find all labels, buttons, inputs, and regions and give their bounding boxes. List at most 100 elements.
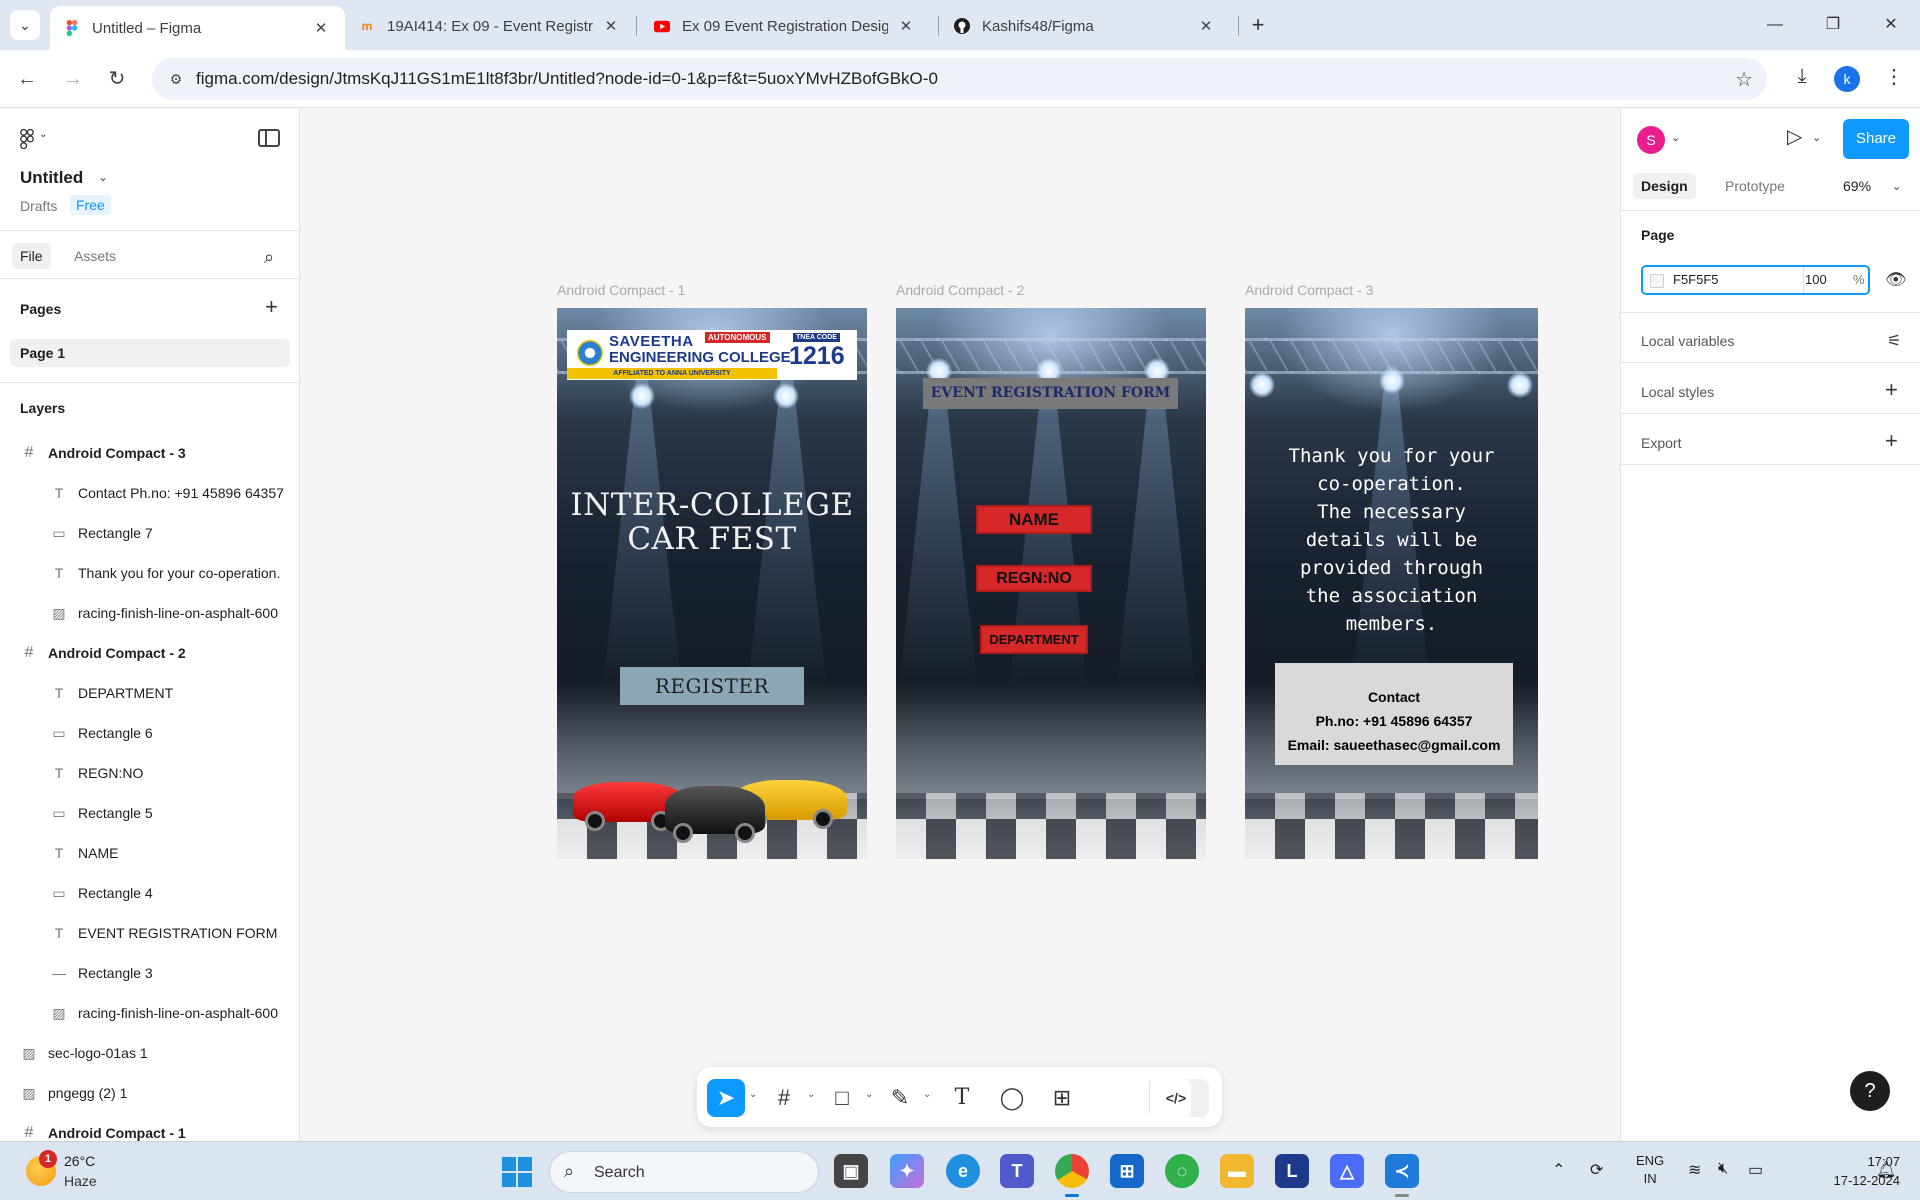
artboard-android-compact-2[interactable]: EVENT REGISTRATION FORM NAME REGN:NO DEP… [896,308,1206,859]
notification-bell-icon[interactable]: 🔔︎ [1876,1160,1896,1180]
move-tool-icon[interactable]: ➤ [707,1079,745,1117]
tab-prototype[interactable]: Prototype [1717,173,1793,199]
tab-figma[interactable]: Untitled – Figma ✕ [50,6,345,50]
forward-button[interactable]: → [58,64,88,94]
tab-assets[interactable]: Assets [66,243,124,269]
page-item-page-1[interactable]: Page 1 [10,339,290,367]
reload-button[interactable]: ↻ [102,64,132,94]
layer-text[interactable]: T EVENT REGISTRATION FORM [0,913,299,953]
omnibox[interactable]: ⚙ figma.com/design/JtmsKqJ11GS1mE1lt8f3b… [152,58,1767,100]
layer-line[interactable]: — Rectangle 3 [0,953,299,993]
copilot-icon[interactable]: ✦ [890,1154,924,1188]
app-circle-icon[interactable]: ◌ [1165,1154,1199,1188]
file-explorer-icon[interactable]: ▬ [1220,1154,1254,1188]
more-menu-icon[interactable]: ⋮ [1880,64,1908,89]
language-indicator[interactable]: ENG IN [1636,1152,1664,1188]
layer-image[interactable]: ▨ racing-finish-line-on-asphalt-600 [0,593,299,633]
tab-youtube[interactable]: Ex 09 Event Registration Design ✕ [640,6,930,46]
variables-settings-icon[interactable]: ⚟ [1887,331,1901,351]
local-variables-label[interactable]: Local variables [1641,333,1734,349]
layer-rectangle[interactable]: ▭ Rectangle 7 [0,513,299,553]
tab-design[interactable]: Design [1633,173,1696,199]
chevron-down-icon[interactable]: ⌄ [1671,131,1680,144]
artboard-android-compact-1[interactable]: SAVEETHA AUTONOMOUS ENGINEERING COLLEGE … [557,308,867,859]
zoom-level[interactable]: 69% [1843,178,1871,194]
vscode-icon[interactable]: ≺ [1385,1154,1419,1188]
layer-text[interactable]: T NAME [0,833,299,873]
add-page-icon[interactable]: + [265,294,278,320]
layer-frame[interactable]: # Android Compact - 3 [0,433,299,473]
battery-icon[interactable]: ▭ [1748,1160,1763,1180]
volume-muted-icon[interactable]: 🔇︎ [1718,1160,1728,1178]
profile-avatar[interactable]: k [1834,66,1860,92]
tab-file[interactable]: File [12,243,51,269]
download-icon[interactable]: ⤓ [1788,65,1816,88]
teams-icon[interactable]: T [1000,1154,1034,1188]
windows-start-icon[interactable] [502,1157,532,1187]
task-view-icon[interactable]: ▣ [834,1154,868,1188]
store-icon[interactable]: ⊞ [1110,1154,1144,1188]
search-icon[interactable]: ⌕ [264,247,274,268]
comment-tool-icon[interactable]: ◯ [993,1079,1031,1117]
present-play-icon[interactable]: ▷ [1787,124,1802,149]
frame-label[interactable]: Android Compact - 3 [1245,282,1373,298]
hex-value[interactable]: F5F5F5 [1673,272,1719,287]
chevron-down-icon[interactable]: ⌄ [98,170,108,184]
layer-rectangle[interactable]: ▭ Rectangle 4 [0,873,299,913]
chevron-down-icon[interactable]: ⌄ [807,1089,815,1100]
rectangle-tool-icon[interactable]: □ [823,1079,861,1117]
edge-icon[interactable]: e [946,1154,980,1188]
file-title[interactable]: Untitled [20,168,83,188]
close-icon[interactable]: ✕ [1196,17,1216,35]
app-triangle-icon[interactable]: △ [1330,1154,1364,1188]
toggle-sidebar-icon[interactable] [258,129,280,147]
help-button[interactable]: ? [1850,1071,1890,1111]
color-swatch[interactable] [1650,274,1664,288]
new-tab-button[interactable]: + [1245,12,1271,38]
layer-frame[interactable]: # Android Compact - 1 [0,1113,299,1141]
opacity-value[interactable]: 100 [1805,272,1827,287]
chevron-down-icon[interactable]: ⌄ [865,1089,873,1100]
user-avatar[interactable]: S [1637,126,1665,154]
layer-frame[interactable]: # Android Compact - 2 [0,633,299,673]
layer-image[interactable]: ▨ racing-finish-line-on-asphalt-600 [0,993,299,1033]
frame-label[interactable]: Android Compact - 1 [557,282,685,298]
department-field[interactable]: DEPARTMENT [980,625,1088,654]
temperature[interactable]: 26°C [64,1153,95,1169]
drafts-link[interactable]: Drafts [20,198,57,214]
background-color-input[interactable]: F5F5F5 100 % [1641,265,1870,295]
layer-image[interactable]: ▨ pngegg (2) 1 [0,1073,299,1113]
register-button[interactable]: REGISTER [620,667,804,705]
frame-label[interactable]: Android Compact - 2 [896,282,1024,298]
layer-text[interactable]: T Contact Ph.no: +91 45896 64357 [0,473,299,513]
export-label[interactable]: Export [1641,435,1681,451]
minimize-button[interactable]: — [1760,12,1790,38]
tab-search-button[interactable]: ⌄ [10,10,40,40]
regn-no-field[interactable]: REGN:NO [976,565,1092,592]
close-icon[interactable]: ✕ [311,19,331,37]
local-styles-label[interactable]: Local styles [1641,384,1714,400]
add-style-icon[interactable]: + [1885,377,1898,403]
chevron-down-icon[interactable]: ⌄ [923,1089,931,1100]
layer-text[interactable]: T DEPARTMENT [0,673,299,713]
share-button[interactable]: Share [1843,119,1909,159]
l-app-icon[interactable]: L [1275,1154,1309,1188]
close-icon[interactable]: ✕ [896,17,916,35]
restore-button[interactable]: ❐ [1818,12,1848,38]
eye-icon[interactable]: 👁 [1885,270,1907,290]
text-tool-icon[interactable]: T [943,1079,981,1117]
chevron-down-icon[interactable]: ⌄ [1812,131,1821,144]
dev-mode-toggle[interactable]: </> [1161,1079,1209,1117]
wifi-icon[interactable]: ≋ [1688,1160,1701,1180]
layer-text[interactable]: T Thank you for your co-operation. [0,553,299,593]
name-field[interactable]: NAME [976,505,1092,534]
close-icon[interactable]: ✕ [601,17,621,35]
layer-rectangle[interactable]: ▭ Rectangle 5 [0,793,299,833]
back-button[interactable]: ← [12,64,42,94]
artboard-android-compact-3[interactable]: Thank you for your co-operation. The nec… [1245,308,1538,859]
plan-badge[interactable]: Free [70,195,111,215]
actions-tool-icon[interactable]: ⊞ [1043,1079,1081,1117]
bookmark-star-icon[interactable]: ☆ [1735,67,1753,92]
chevron-down-icon[interactable]: ⌄ [749,1089,757,1100]
layer-text[interactable]: T REGN:NO [0,753,299,793]
